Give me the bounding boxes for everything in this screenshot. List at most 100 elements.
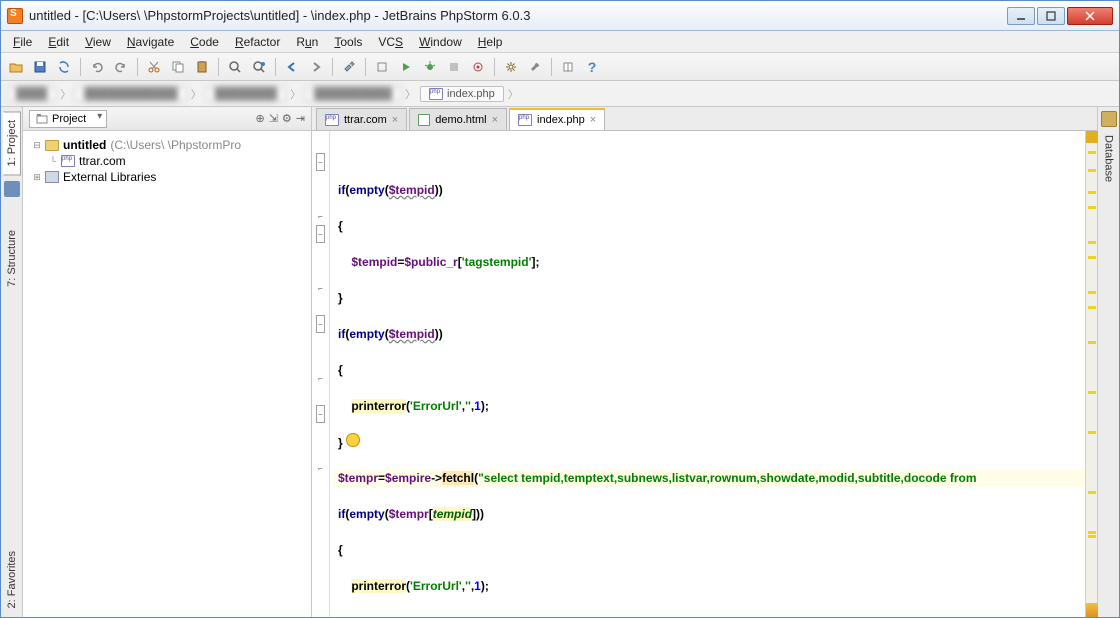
gear-icon[interactable]: ⚙ [282,112,292,125]
expand-icon[interactable]: ⊟ [33,140,41,151]
blurred-crumb: ████████ [206,86,286,102]
run-config-icon[interactable] [371,56,393,78]
file-tab[interactable]: demo.html× [409,108,507,130]
project-structure-icon[interactable] [557,56,579,78]
php-icon [61,155,75,167]
menu-vcs[interactable]: VCS [370,33,411,51]
tab-project[interactable]: 1: Project [3,111,21,175]
toolbar-separator [365,58,366,76]
hide-icon[interactable]: ⇥ [296,112,305,125]
app-window: untitled - [C:\Users\ \PhpstormProjects\… [0,0,1120,618]
tab-favorites[interactable]: 2: Favorites [3,542,21,617]
wrench-icon[interactable] [524,56,546,78]
toolbar-separator [494,58,495,76]
tree-root[interactable]: ⊟ untitled (C:\Users\ \PhpstormPro [27,137,307,153]
file-tab[interactable]: ttrar.com× [316,108,407,130]
menu-edit[interactable]: Edit [40,33,77,51]
undo-icon[interactable] [86,56,108,78]
app-icon [7,8,23,24]
error-stripe[interactable] [1085,131,1097,617]
file-tab-active[interactable]: index.php× [509,108,605,130]
tree-external-libs[interactable]: ⊞ External Libraries [27,169,307,185]
toolbar-separator [275,58,276,76]
menu-file[interactable]: File [5,33,40,51]
menu-help[interactable]: Help [470,33,511,51]
database-icon[interactable] [1101,111,1117,127]
intention-bulb-icon[interactable] [346,433,360,447]
redo-icon[interactable] [110,56,132,78]
blurred-crumb: ██████████ [305,86,401,102]
right-tool-gutter: Database [1097,107,1119,617]
php-tool-icon[interactable] [4,181,20,197]
replace-icon[interactable] [248,56,270,78]
sync-icon[interactable] [53,56,75,78]
menu-view[interactable]: View [77,33,119,51]
scroll-from-source-icon[interactable]: ⊕ [255,112,264,125]
close-tab-icon[interactable]: × [392,114,398,126]
menu-code[interactable]: Code [182,33,227,51]
close-button[interactable] [1067,7,1113,25]
toolbar-separator [218,58,219,76]
listen-icon[interactable] [467,56,489,78]
body-area: 1: Project 7: Structure 2: Favorites Pro… [1,107,1119,617]
html-icon [418,114,430,126]
expand-icon[interactable]: ⊞ [33,172,41,183]
menu-refactor[interactable]: Refactor [227,33,288,51]
find-icon[interactable] [224,56,246,78]
left-tool-gutter: 1: Project 7: Structure 2: Favorites [1,107,23,617]
debug-icon[interactable] [419,56,441,78]
menu-run[interactable]: Run [288,33,326,51]
breadcrumb-bar: ████ 〉 ████████████ 〉 ████████ 〉 ███████… [1,81,1119,107]
back-icon[interactable] [281,56,303,78]
tab-structure[interactable]: 7: Structure [3,221,21,296]
toolbar-separator [551,58,552,76]
window-controls [1005,7,1113,25]
code-content[interactable]: if(empty($tempid)) { $tempid=$public_r['… [330,131,1085,617]
project-icon [36,113,48,125]
cut-icon[interactable] [143,56,165,78]
close-tab-icon[interactable]: × [590,114,596,126]
save-icon[interactable] [29,56,51,78]
menu-window[interactable]: Window [411,33,470,51]
menu-navigate[interactable]: Navigate [119,33,182,51]
php-icon [325,114,339,126]
code-editor[interactable]: − ⌐ − ⌐ − ⌐ − ⌐ [312,131,1097,617]
forward-icon[interactable] [305,56,327,78]
close-tab-icon[interactable]: × [492,114,498,126]
titlebar: untitled - [C:\Users\ \PhpstormProjects\… [1,1,1119,31]
tab-database[interactable]: Database [1101,127,1117,190]
blurred-crumb: ████████████ [75,86,187,102]
settings-icon[interactable] [500,56,522,78]
window-title: untitled - [C:\Users\ \PhpstormProjects\… [29,8,1005,23]
php-icon [429,88,443,100]
warning-indicator-icon[interactable] [1086,603,1098,617]
menu-tools[interactable]: Tools [326,33,370,51]
toolbar-separator [332,58,333,76]
minimize-button[interactable] [1007,7,1035,25]
fold-gutter[interactable]: − ⌐ − ⌐ − ⌐ − ⌐ [312,131,330,617]
library-icon [45,171,59,183]
project-view-selector[interactable]: Project [29,110,107,128]
leaf-icon: └ [49,156,57,166]
project-panel-header: Project ⊕ ⇲ ⚙ ⇥ [23,107,311,131]
copy-icon[interactable] [167,56,189,78]
project-tree[interactable]: ⊟ untitled (C:\Users\ \PhpstormPro └ ttr… [23,131,311,617]
build-icon[interactable] [338,56,360,78]
folder-icon [45,140,59,151]
php-icon [518,114,532,126]
project-panel: Project ⊕ ⇲ ⚙ ⇥ ⊟ untitled (C:\Users\ \P… [23,107,312,617]
open-icon[interactable] [5,56,27,78]
collapse-icon[interactable]: ⇲ [269,112,278,125]
stop-icon[interactable] [443,56,465,78]
run-icon[interactable] [395,56,417,78]
tree-file[interactable]: └ ttrar.com [27,153,307,169]
maximize-button[interactable] [1037,7,1065,25]
project-panel-tools: ⊕ ⇲ ⚙ ⇥ [255,112,305,125]
breadcrumb-file[interactable]: index.php [420,86,504,102]
blurred-crumb: ████ [7,86,56,102]
toolbar: ? [1,53,1119,81]
menubar: File Edit View Navigate Code Refactor Ru… [1,31,1119,53]
help-icon[interactable]: ? [581,56,603,78]
paste-icon[interactable] [191,56,213,78]
toolbar-separator [80,58,81,76]
